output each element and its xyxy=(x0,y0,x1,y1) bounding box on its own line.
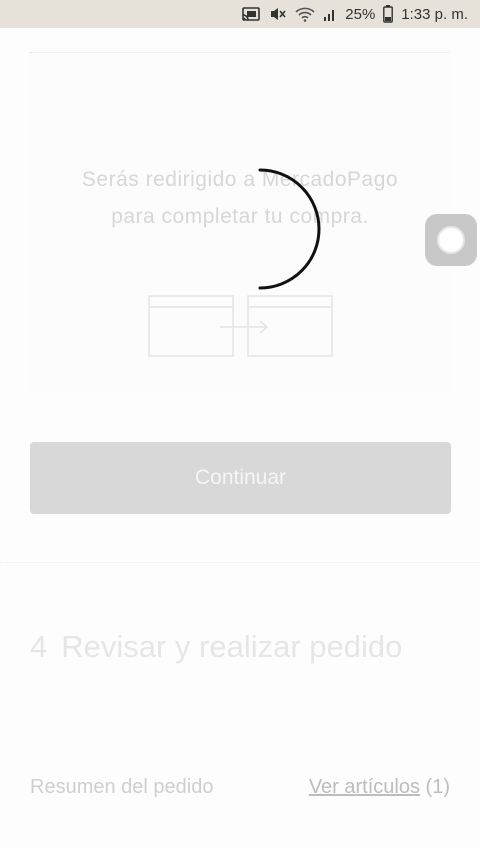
item-count: (1) xyxy=(425,776,450,798)
view-items-link[interactable]: Ver artículos xyxy=(309,776,420,798)
order-summary-label: Resumen del pedido xyxy=(30,776,214,798)
assistive-touch-button[interactable] xyxy=(425,214,477,266)
assistive-touch-dot-icon xyxy=(437,226,465,254)
order-summary-row: Resumen del pedido Ver artículos (1) xyxy=(30,776,450,799)
wifi-icon xyxy=(295,6,315,22)
mute-icon xyxy=(269,6,287,22)
step-title: Revisar y realizar pedido xyxy=(61,629,403,664)
view-items-group: Ver artículos (1) xyxy=(309,776,450,799)
status-bar: 25% 1:33 p. m. xyxy=(0,0,480,28)
signal-icon xyxy=(323,6,337,22)
battery-icon xyxy=(383,5,394,23)
continue-button[interactable]: Continuar xyxy=(30,442,451,514)
loading-spinner-icon xyxy=(230,165,330,300)
redirect-illustration xyxy=(148,295,336,364)
clock: 1:33 p. m. xyxy=(401,5,468,23)
redirect-panel: Serás redirigido a MercadoPago para comp… xyxy=(30,52,450,393)
battery-percent: 25% xyxy=(345,5,376,23)
section-divider xyxy=(0,562,480,564)
checkout-content: Serás redirigido a MercadoPago para comp… xyxy=(0,28,480,848)
step-number: 4 xyxy=(30,629,48,664)
step-heading: 4 Revisar y realizar pedido xyxy=(30,620,450,674)
cast-icon xyxy=(241,6,261,22)
